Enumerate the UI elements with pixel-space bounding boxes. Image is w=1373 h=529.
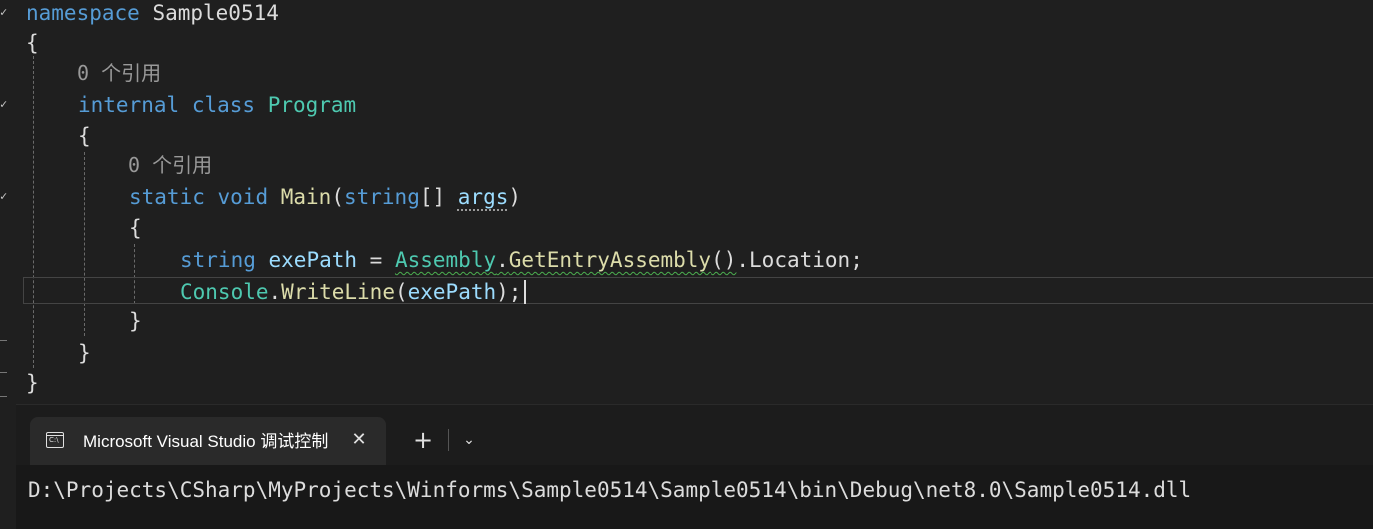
paren: ( bbox=[331, 185, 344, 209]
keyword: void bbox=[217, 185, 269, 209]
brackets: [] bbox=[419, 185, 458, 209]
code-line-class[interactable]: internal class Program bbox=[78, 92, 356, 118]
paren: ) bbox=[508, 185, 522, 209]
code-line-brace[interactable]: } bbox=[129, 308, 142, 334]
keyword: internal bbox=[78, 93, 180, 117]
chevron-down-icon[interactable]: ⌄ bbox=[457, 427, 481, 453]
dot: . bbox=[496, 248, 509, 272]
outline-marker bbox=[0, 396, 7, 397]
tab-bar: C:\ Microsoft Visual Studio 调试控制台 ✕ + ⌄ bbox=[16, 405, 1373, 465]
code-line-brace[interactable]: } bbox=[26, 370, 39, 396]
class-name: Console bbox=[180, 280, 269, 304]
brace: { bbox=[129, 216, 142, 240]
namespace-name: Sample0514 bbox=[152, 1, 279, 25]
tab-title: Microsoft Visual Studio 调试控制台 bbox=[83, 432, 329, 451]
parens: () bbox=[711, 248, 737, 272]
code-lens-references[interactable]: 0 个引用 bbox=[128, 152, 212, 178]
class-name: Assembly bbox=[394, 248, 497, 272]
keyword: namespace bbox=[26, 1, 140, 25]
semicolon: ; bbox=[850, 248, 863, 272]
console-icon: C:\ bbox=[46, 432, 64, 448]
variable-name: exePath bbox=[268, 248, 358, 272]
code-editor[interactable]: ✓ ✓ ✓ namespace Sample0514 { 0 个引用 inter… bbox=[0, 0, 1373, 404]
code-line-brace[interactable]: { bbox=[78, 123, 91, 149]
keyword: class bbox=[191, 93, 256, 117]
code-line-assign[interactable]: string exePath = Assembly.GetEntryAssemb… bbox=[180, 247, 863, 273]
brace: { bbox=[78, 124, 91, 148]
code-lens-references[interactable]: 0 个引用 bbox=[77, 60, 161, 86]
method-name: WriteLine bbox=[281, 280, 395, 304]
parameter-name: args bbox=[457, 185, 509, 209]
code-line-namespace[interactable]: namespace Sample0514 bbox=[26, 0, 279, 26]
variable-name: exePath bbox=[407, 280, 497, 304]
indent-guide bbox=[33, 56, 34, 368]
dot: . bbox=[736, 248, 750, 272]
console-output-area[interactable]: D:\Projects\CSharp\MyProjects\Winforms\S… bbox=[16, 465, 1373, 529]
brace: } bbox=[78, 341, 91, 365]
method-name: Main bbox=[280, 185, 332, 209]
indent-guide bbox=[84, 152, 85, 336]
brace: } bbox=[26, 371, 39, 395]
class-name: Program bbox=[267, 93, 357, 117]
property-name: Location bbox=[749, 248, 851, 272]
keyword: string bbox=[180, 248, 256, 272]
debug-console-window[interactable]: C:\ Microsoft Visual Studio 调试控制台 ✕ + ⌄ … bbox=[16, 404, 1373, 529]
close-icon[interactable]: ✕ bbox=[348, 429, 370, 451]
dot: . bbox=[268, 280, 282, 304]
collapse-icon[interactable]: ✓ bbox=[0, 6, 7, 18]
outline-marker bbox=[0, 372, 7, 373]
console-output-text: D:\Projects\CSharp\MyProjects\Winforms\S… bbox=[28, 478, 1192, 502]
brace: { bbox=[26, 31, 39, 55]
collapse-icon[interactable]: ✓ bbox=[0, 98, 7, 110]
code-line-brace[interactable]: } bbox=[78, 340, 91, 366]
paren: ( bbox=[394, 280, 408, 304]
divider bbox=[448, 429, 449, 451]
new-tab-button[interactable]: + bbox=[410, 427, 436, 453]
operator: = bbox=[357, 248, 395, 272]
text-caret bbox=[524, 280, 526, 304]
brace: } bbox=[129, 309, 142, 333]
code-line-brace[interactable]: { bbox=[26, 30, 39, 56]
code-line-brace[interactable]: { bbox=[129, 215, 142, 241]
keyword: static bbox=[129, 185, 205, 209]
method-name: GetEntryAssembly bbox=[508, 248, 712, 272]
paren-semicolon: ); bbox=[496, 280, 522, 304]
collapse-icon[interactable]: ✓ bbox=[0, 190, 7, 202]
code-line-method[interactable]: static void Main(string[] args) bbox=[129, 184, 521, 210]
code-line-writeline[interactable]: Console.WriteLine(exePath); bbox=[180, 279, 521, 305]
outline-marker bbox=[0, 340, 7, 341]
tab-debug-console[interactable]: C:\ Microsoft Visual Studio 调试控制台 ✕ bbox=[30, 417, 386, 465]
keyword: string bbox=[343, 185, 420, 209]
